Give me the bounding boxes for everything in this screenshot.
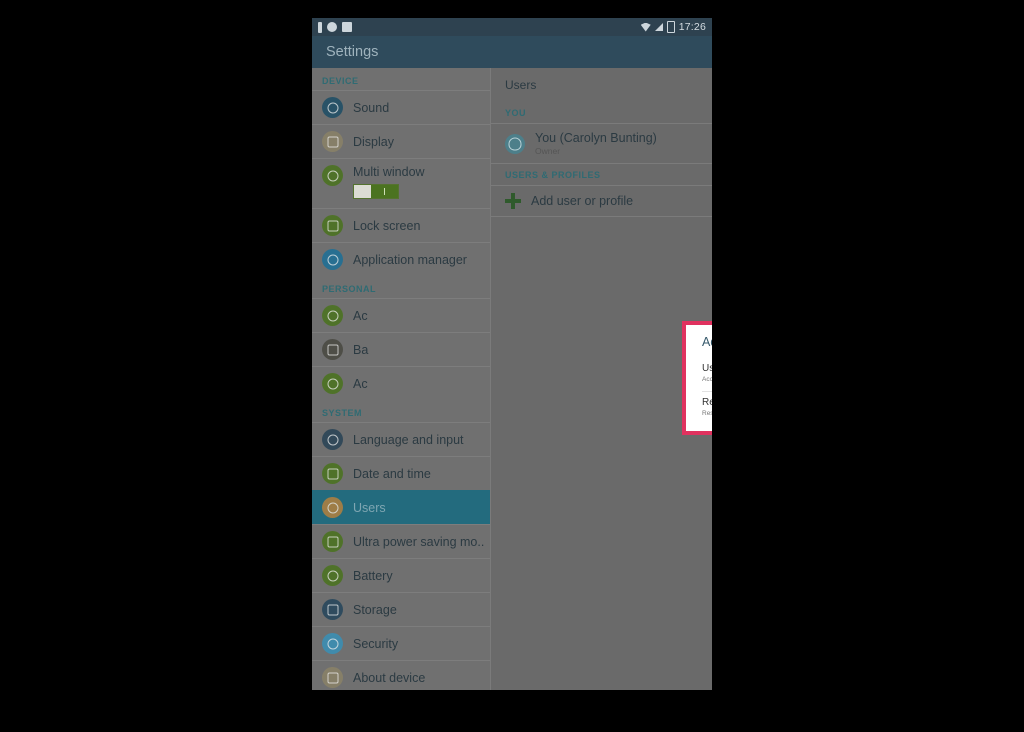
sidebar-section-header: DEVICE: [322, 76, 359, 86]
sidebar-item-ba[interactable]: Ba: [312, 332, 490, 366]
add-user-dialog[interactable]: Add User Accounts allow users to access …: [682, 321, 712, 435]
sidebar-item-label: Display: [353, 134, 394, 149]
sidebar-item-label: Security: [353, 636, 399, 651]
sidebar-item-label: Storage: [353, 602, 397, 617]
settings-body: DEVICE Sound Display Multi window Lock scree…: [312, 68, 712, 690]
dialog-option-user-description: Accounts allow users to access their own…: [702, 376, 712, 383]
sidebar-item-label: Ba: [353, 342, 369, 357]
signal-icon: [654, 23, 663, 31]
globe-icon: [327, 22, 337, 32]
sidebar-item-label: Date and time: [353, 466, 431, 481]
wifi-icon: [640, 22, 651, 32]
settings-sidebar[interactable]: DEVICE Sound Display Multi window Lock scree…: [312, 68, 490, 690]
battery-icon: [322, 565, 343, 586]
sidebar-item-ac[interactable]: Ac: [312, 366, 490, 400]
security-icon: [322, 633, 343, 654]
sd-card-icon: [342, 22, 352, 32]
page-title: Settings: [326, 44, 379, 60]
sidebar-item-ultra-power-saving-mo[interactable]: Ultra power saving mo..: [312, 524, 490, 558]
sidebar-item-display[interactable]: Display: [312, 124, 490, 158]
dialog-option-restricted-profile-title: Restricted profile: [702, 397, 712, 408]
device-screen: 17:26 Settings DEVICE Sound Display Multi w…: [312, 18, 712, 690]
sidebar-item-storage[interactable]: Storage: [312, 592, 490, 626]
sidebar-item-about-device[interactable]: About device: [312, 660, 490, 690]
sidebar-item-application-manager[interactable]: Application manager: [312, 242, 490, 276]
sidebar-item-label: Ac: [353, 308, 368, 323]
status-bar: 17:26: [312, 18, 712, 36]
sidebar-item-label: Multi window: [353, 165, 425, 179]
status-bar-right-icons: 17:26: [640, 21, 706, 33]
sidebar-item-language-and-input[interactable]: Language and input: [312, 422, 490, 456]
sidebar-item-label: Sound: [353, 100, 390, 115]
sidebar-item-security[interactable]: Security: [312, 626, 490, 660]
dialog-option-restricted-profile[interactable]: Restricted profile Restricted accounts a…: [702, 397, 712, 422]
owner-row[interactable]: You (Carolyn Bunting) Owner: [491, 124, 712, 164]
add-user-or-profile-row[interactable]: Add user or profile: [491, 186, 712, 217]
sidebar-item-sound[interactable]: Sound: [312, 90, 490, 124]
dialog-option-restricted-profile-description: Restricted accounts allow users limited …: [702, 410, 712, 417]
lock-screen-icon: [322, 215, 343, 236]
application-manager-icon: [322, 249, 343, 270]
dialog-divider: [702, 391, 712, 392]
users-profiles-header: USERS & PROFILES: [491, 164, 712, 186]
sim-icon: [318, 21, 322, 33]
plus-icon: [505, 193, 521, 209]
avatar: [505, 133, 525, 154]
action-bar: Settings: [312, 36, 712, 68]
sidebar-item-label: Application manager: [353, 252, 467, 267]
sidebar-item-label: Users: [353, 500, 386, 515]
about-device-icon: [322, 667, 343, 688]
sidebar-item-lock-screen[interactable]: Lock screen: [312, 208, 490, 242]
language-input-icon: [322, 429, 343, 450]
sound-icon: [322, 97, 343, 118]
you-section-header: YOU: [491, 102, 712, 124]
accounts-icon: [322, 305, 343, 326]
dialog-title: Add: [702, 335, 712, 349]
sidebar-item-label: Ac: [353, 376, 368, 391]
ultra-power-saving-icon: [322, 531, 343, 552]
users-icon: [322, 497, 343, 518]
sidebar-item-label: Lock screen: [353, 218, 421, 233]
status-bar-clock: 17:26: [678, 21, 706, 33]
sidebar-section-header: PERSONAL: [322, 284, 377, 294]
sidebar-item-date-and-time[interactable]: Date and time: [312, 456, 490, 490]
screenshot-stage: 17:26 Settings DEVICE Sound Display Multi w…: [0, 0, 1024, 732]
sidebar-item-multi-window[interactable]: Multi window: [312, 158, 490, 208]
add-user-or-profile-label: Add user or profile: [531, 194, 634, 208]
multi-window-control: Multi window: [353, 165, 425, 199]
owner-subtitle: Owner: [535, 146, 561, 156]
dialog-option-user-title: User: [702, 363, 712, 374]
display-icon: [322, 131, 343, 152]
sidebar-item-ac[interactable]: Ac: [312, 298, 490, 332]
owner-info: You (Carolyn Bunting) Owner: [535, 131, 657, 156]
backup-reset-icon: [322, 339, 343, 360]
owner-name: You (Carolyn Bunting): [535, 131, 657, 145]
battery-icon: [666, 21, 675, 33]
sidebar-item-label: About device: [353, 670, 426, 685]
sidebar-item-label: Language and input: [353, 432, 464, 447]
toggle-knob: [354, 185, 371, 198]
multi-window-toggle[interactable]: [353, 184, 399, 199]
toggle-track: [371, 185, 398, 198]
users-pane: Users YOU You (Carolyn Bunting) Owner US…: [490, 68, 712, 690]
sidebar-item-battery[interactable]: Battery: [312, 558, 490, 592]
sidebar-item-users[interactable]: Users: [312, 490, 490, 524]
sidebar-item-label: Battery: [353, 568, 393, 583]
users-pane-title: Users: [505, 78, 537, 92]
add-user-dialog-content: Add User Accounts allow users to access …: [686, 325, 712, 422]
sidebar-section-header: SYSTEM: [322, 408, 363, 418]
status-bar-left-icons: [318, 21, 352, 33]
date-time-icon: [322, 463, 343, 484]
accessibility-icon: [322, 373, 343, 394]
multi-window-icon: [322, 165, 343, 186]
storage-icon: [322, 599, 343, 620]
sidebar-item-label: Ultra power saving mo..: [353, 534, 485, 549]
dialog-option-user[interactable]: User Accounts allow users to access thei…: [702, 363, 712, 388]
